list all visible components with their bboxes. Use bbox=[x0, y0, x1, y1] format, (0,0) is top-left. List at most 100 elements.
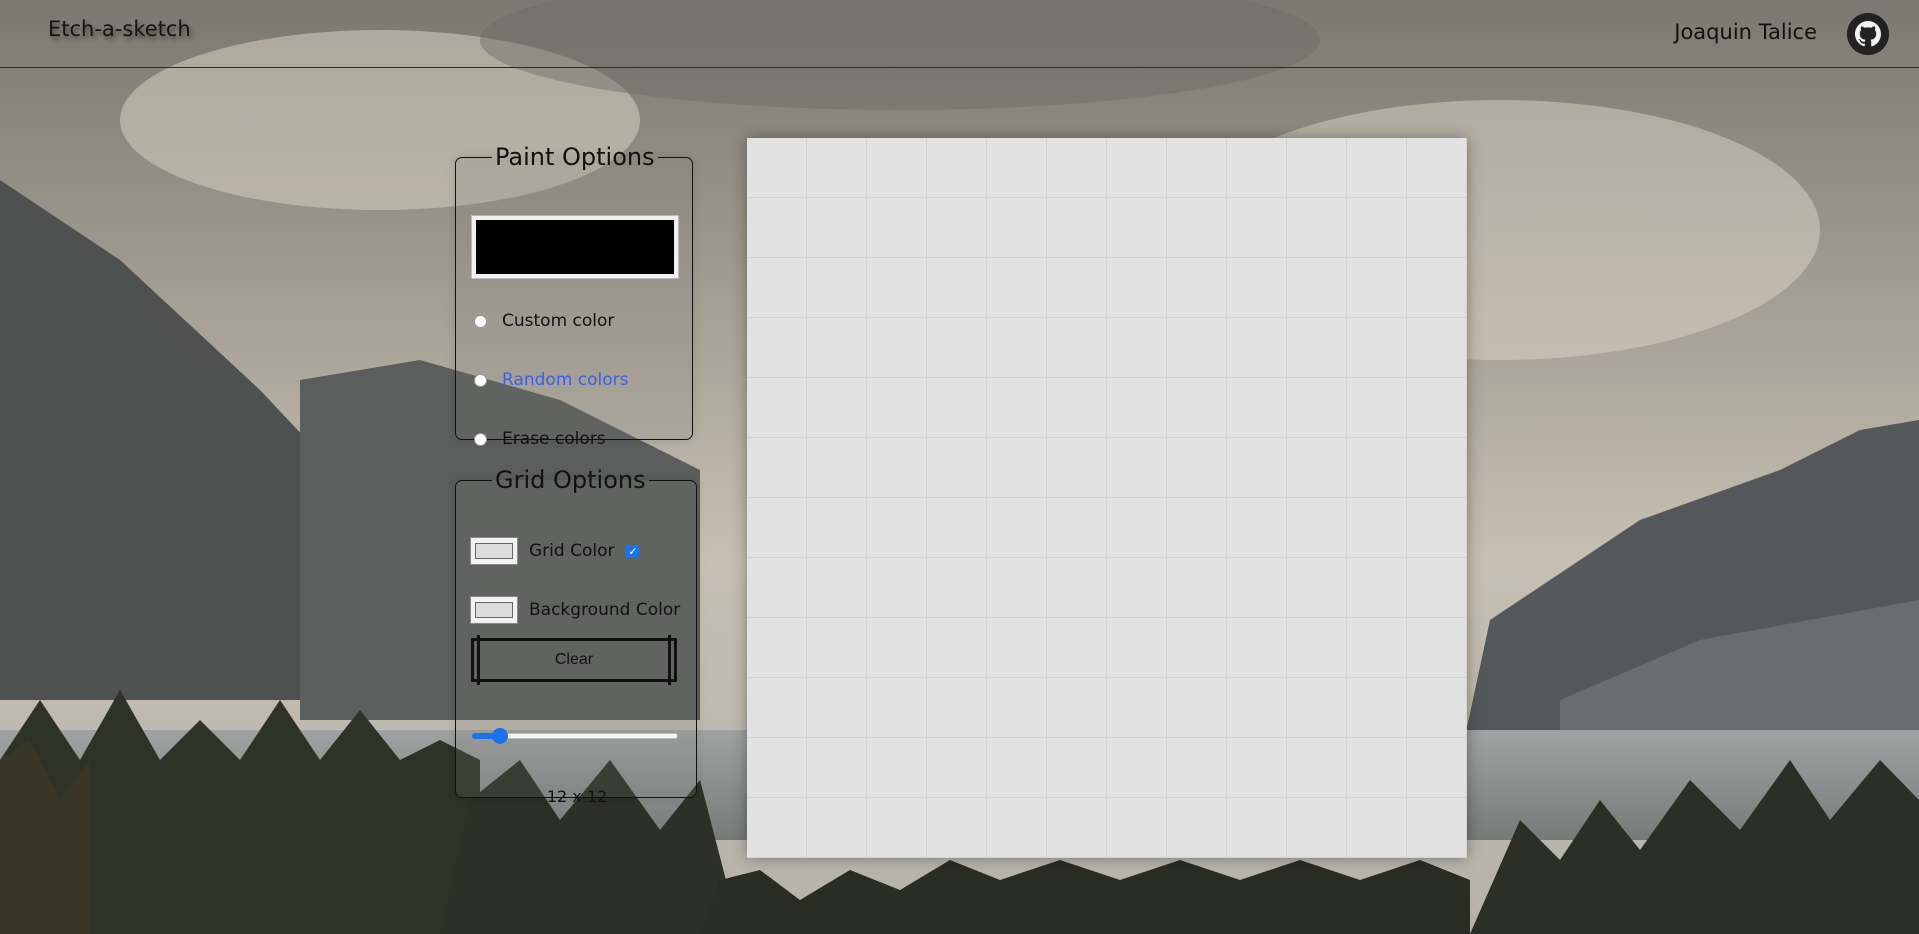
grid-cell[interactable] bbox=[1167, 498, 1227, 558]
github-icon[interactable] bbox=[1847, 13, 1889, 55]
grid-cell[interactable] bbox=[987, 498, 1047, 558]
grid-cell[interactable] bbox=[1107, 318, 1167, 378]
grid-cell[interactable] bbox=[1227, 618, 1287, 678]
grid-cell[interactable] bbox=[1227, 798, 1287, 858]
grid-cell[interactable] bbox=[807, 438, 867, 498]
grid-cell[interactable] bbox=[867, 798, 927, 858]
grid-cell[interactable] bbox=[1167, 258, 1227, 318]
grid-cell[interactable] bbox=[1047, 618, 1107, 678]
mode-custom-color[interactable]: Custom color bbox=[474, 311, 614, 331]
grid-cell[interactable] bbox=[1107, 798, 1167, 858]
grid-cell[interactable] bbox=[1227, 438, 1287, 498]
grid-cell[interactable] bbox=[1347, 558, 1407, 618]
grid-cell[interactable] bbox=[987, 138, 1047, 198]
grid-cell[interactable] bbox=[747, 498, 807, 558]
grid-cell[interactable] bbox=[747, 378, 807, 438]
grid-cell[interactable] bbox=[867, 498, 927, 558]
grid-size-slider[interactable] bbox=[472, 728, 678, 744]
grid-cell[interactable] bbox=[1107, 438, 1167, 498]
grid-cell[interactable] bbox=[1287, 558, 1347, 618]
grid-cell[interactable] bbox=[807, 138, 867, 198]
grid-cell[interactable] bbox=[807, 738, 867, 798]
grid-cell[interactable] bbox=[927, 318, 987, 378]
grid-cell[interactable] bbox=[807, 258, 867, 318]
grid-cell[interactable] bbox=[1407, 618, 1467, 678]
grid-cell[interactable] bbox=[1407, 498, 1467, 558]
slider-thumb[interactable] bbox=[492, 728, 508, 744]
grid-cell[interactable] bbox=[927, 798, 987, 858]
grid-cell[interactable] bbox=[1107, 378, 1167, 438]
grid-cell[interactable] bbox=[987, 558, 1047, 618]
random-colors-radio[interactable] bbox=[474, 373, 487, 387]
grid-cell[interactable] bbox=[987, 678, 1047, 738]
mode-random-colors[interactable]: Random colors bbox=[474, 370, 629, 390]
grid-cell[interactable] bbox=[807, 558, 867, 618]
grid-cell[interactable] bbox=[927, 258, 987, 318]
erase-colors-radio[interactable] bbox=[474, 432, 487, 446]
grid-cell[interactable] bbox=[1047, 798, 1107, 858]
grid-cell[interactable] bbox=[1107, 198, 1167, 258]
grid-cell[interactable] bbox=[987, 318, 1047, 378]
grid-cell[interactable] bbox=[987, 438, 1047, 498]
grid-cell[interactable] bbox=[1287, 618, 1347, 678]
mode-erase-colors[interactable]: Erase colors bbox=[474, 429, 606, 449]
grid-cell[interactable] bbox=[1407, 678, 1467, 738]
grid-cell[interactable] bbox=[1227, 318, 1287, 378]
grid-cell[interactable] bbox=[927, 378, 987, 438]
grid-cell[interactable] bbox=[1167, 138, 1227, 198]
grid-cell[interactable] bbox=[747, 678, 807, 738]
grid-cell[interactable] bbox=[1227, 258, 1287, 318]
grid-cell[interactable] bbox=[987, 798, 1047, 858]
grid-cell[interactable] bbox=[927, 498, 987, 558]
grid-cell[interactable] bbox=[807, 198, 867, 258]
grid-cell[interactable] bbox=[1287, 798, 1347, 858]
clear-button[interactable]: Clear bbox=[471, 635, 677, 685]
grid-cell[interactable] bbox=[747, 618, 807, 678]
grid-cell[interactable] bbox=[1107, 618, 1167, 678]
grid-cell[interactable] bbox=[1167, 678, 1227, 738]
grid-color-checkbox[interactable]: ✓ bbox=[626, 544, 640, 558]
grid-cell[interactable] bbox=[987, 258, 1047, 318]
grid-cell[interactable] bbox=[1047, 258, 1107, 318]
grid-cell[interactable] bbox=[1107, 258, 1167, 318]
grid-cell[interactable] bbox=[1347, 738, 1407, 798]
grid-cell[interactable] bbox=[867, 258, 927, 318]
grid-cell[interactable] bbox=[867, 138, 927, 198]
grid-cell[interactable] bbox=[927, 618, 987, 678]
grid-cell[interactable] bbox=[1287, 138, 1347, 198]
grid-color-picker[interactable] bbox=[470, 537, 518, 565]
sketch-canvas[interactable] bbox=[747, 138, 1467, 858]
grid-cell[interactable] bbox=[747, 798, 807, 858]
grid-cell[interactable] bbox=[1047, 438, 1107, 498]
grid-cell[interactable] bbox=[1227, 378, 1287, 438]
grid-cell[interactable] bbox=[1287, 198, 1347, 258]
grid-cell[interactable] bbox=[747, 438, 807, 498]
grid-cell[interactable] bbox=[1047, 138, 1107, 198]
grid-cell[interactable] bbox=[1407, 798, 1467, 858]
grid-cell[interactable] bbox=[1347, 798, 1407, 858]
grid-cell[interactable] bbox=[1347, 618, 1407, 678]
grid-cell[interactable] bbox=[807, 678, 867, 738]
grid-cell[interactable] bbox=[1407, 258, 1467, 318]
grid-cell[interactable] bbox=[1347, 258, 1407, 318]
grid-cell[interactable] bbox=[1107, 678, 1167, 738]
grid-cell[interactable] bbox=[1407, 198, 1467, 258]
grid-cell[interactable] bbox=[927, 558, 987, 618]
grid-cell[interactable] bbox=[1347, 198, 1407, 258]
grid-cell[interactable] bbox=[1287, 438, 1347, 498]
grid-cell[interactable] bbox=[1227, 198, 1287, 258]
grid-cell[interactable] bbox=[1287, 378, 1347, 438]
grid-cell[interactable] bbox=[1227, 738, 1287, 798]
grid-cell[interactable] bbox=[807, 378, 867, 438]
grid-cell[interactable] bbox=[1407, 378, 1467, 438]
grid-cell[interactable] bbox=[1287, 498, 1347, 558]
grid-cell[interactable] bbox=[1107, 498, 1167, 558]
grid-cell[interactable] bbox=[987, 738, 1047, 798]
grid-cell[interactable] bbox=[927, 738, 987, 798]
grid-cell[interactable] bbox=[1347, 378, 1407, 438]
grid-cell[interactable] bbox=[1347, 138, 1407, 198]
paint-color-picker[interactable] bbox=[472, 216, 678, 278]
grid-cell[interactable] bbox=[1287, 738, 1347, 798]
grid-cell[interactable] bbox=[927, 438, 987, 498]
grid-cell[interactable] bbox=[927, 138, 987, 198]
